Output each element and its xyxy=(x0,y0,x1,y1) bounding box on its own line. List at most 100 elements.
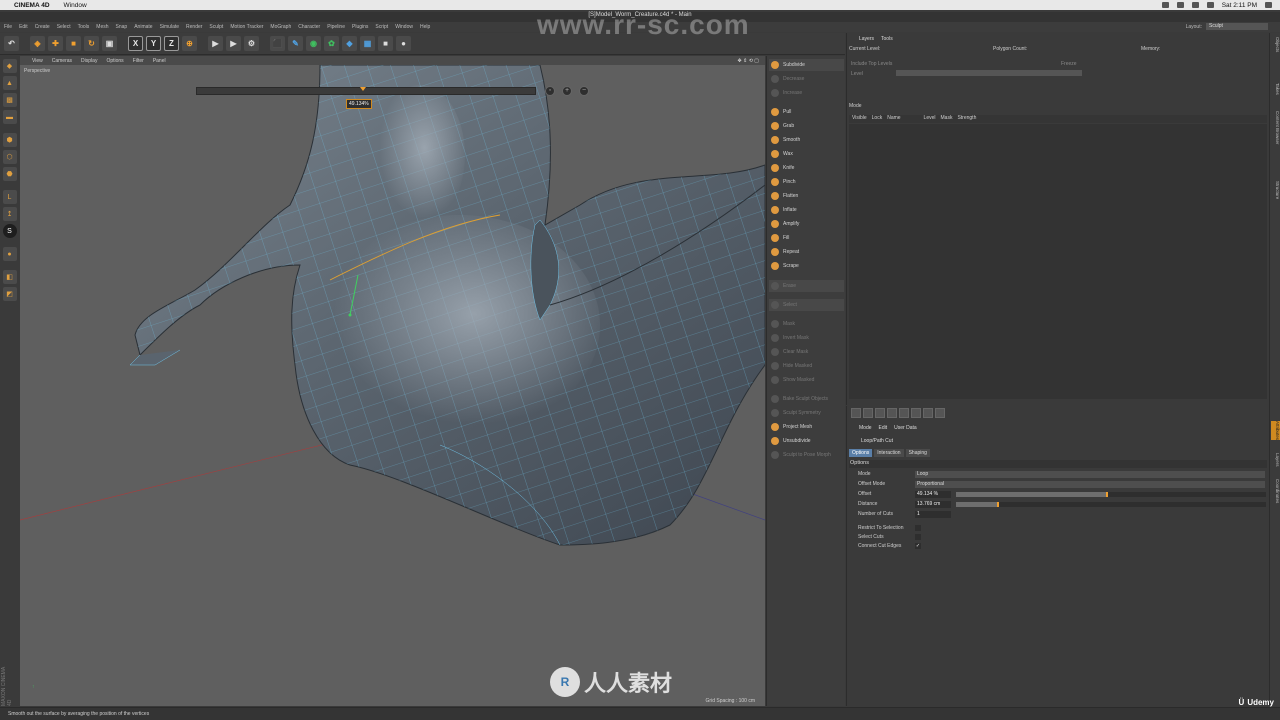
select-button[interactable]: Select xyxy=(769,299,844,311)
edges-mode-icon[interactable]: ⬡ xyxy=(2,150,17,164)
viewport-menu-panel[interactable]: Panel xyxy=(153,58,166,64)
edit-render-settings-icon[interactable]: ⚙ xyxy=(244,36,259,51)
offset-field[interactable]: 49.134 % xyxy=(915,491,951,498)
sculpt-layer-icon[interactable]: ◧ xyxy=(2,270,17,284)
menu-file[interactable]: File xyxy=(4,24,12,30)
menu-sculpt[interactable]: Sculpt xyxy=(209,24,223,30)
brush-inflate[interactable]: Inflate xyxy=(769,204,844,216)
decrease-button[interactable]: Decrease xyxy=(769,73,844,85)
menu-tools[interactable]: Tools xyxy=(78,24,90,30)
mac-app-name[interactable]: CINEMA 4D xyxy=(14,2,50,9)
subdivide-button[interactable]: Subdivide xyxy=(769,59,844,71)
menu-plugins[interactable]: Plugins xyxy=(352,24,368,30)
texture-mode-icon[interactable]: ▩ xyxy=(2,93,17,107)
attr-menu-mode[interactable]: Mode xyxy=(859,425,872,431)
menu-render[interactable]: Render xyxy=(186,24,202,30)
wifi-icon[interactable] xyxy=(1191,2,1199,8)
z-axis-lock-icon[interactable]: Z xyxy=(164,36,179,51)
brush-knife[interactable]: Knife xyxy=(769,162,844,174)
model-mode-icon[interactable]: ▲ xyxy=(2,76,17,90)
cube-icon[interactable]: ⬛ xyxy=(270,36,285,51)
menu-snap[interactable]: Snap xyxy=(116,24,128,30)
layer-settings-icon[interactable] xyxy=(923,408,933,418)
cuts-field[interactable]: 1 xyxy=(915,511,951,518)
increase-button[interactable]: Increase xyxy=(769,87,844,99)
tab-tools[interactable]: Tools xyxy=(881,36,893,42)
sculpt-to-pose-morph-button[interactable]: Sculpt to Pose Morph xyxy=(769,449,844,461)
viewport-menu-filter[interactable]: Filter xyxy=(133,58,144,64)
brush-fill[interactable]: Fill xyxy=(769,232,844,244)
layers-list[interactable] xyxy=(849,124,1267,399)
deformer-icon[interactable]: ◆ xyxy=(342,36,357,51)
search-icon[interactable] xyxy=(1265,2,1272,8)
render-picture-viewer-icon[interactable]: ▶ xyxy=(226,36,241,51)
tab-coordinates[interactable]: Coordinates xyxy=(1271,479,1280,503)
menu-help[interactable]: Help xyxy=(420,24,430,30)
offset-mode-dropdown[interactable]: Proportional xyxy=(915,481,1265,488)
floor-icon[interactable]: ▦ xyxy=(360,36,375,51)
mask-layer-icon[interactable] xyxy=(887,408,897,418)
status-icon[interactable] xyxy=(1161,2,1169,8)
model-render[interactable] xyxy=(20,65,765,706)
freeze-checkbox[interactable]: Freeze xyxy=(1061,61,1077,67)
recent-tools-icon[interactable]: ▣ xyxy=(102,36,117,51)
points-mode-icon[interactable]: ⬢ xyxy=(2,133,17,147)
workplane-icon[interactable]: ▬ xyxy=(2,110,17,124)
x-axis-lock-icon[interactable]: X xyxy=(128,36,143,51)
attr-menu-edit[interactable]: Edit xyxy=(879,425,888,431)
menu-mesh[interactable]: Mesh xyxy=(96,24,108,30)
viewport-menu-cameras[interactable]: Cameras xyxy=(52,58,72,64)
add-cut-button[interactable]: + xyxy=(562,86,572,96)
mask-button[interactable]: Mask xyxy=(769,318,844,330)
tab-interaction[interactable]: Interaction xyxy=(874,449,904,457)
clear-mask-button[interactable]: Clear Mask xyxy=(769,346,844,358)
light-icon[interactable]: ● xyxy=(396,36,411,51)
battery-icon[interactable] xyxy=(1206,2,1214,8)
rotate-icon[interactable]: ↻ xyxy=(84,36,99,51)
mac-clock[interactable]: Sat 2:11 PM xyxy=(1222,2,1257,9)
add-folder-icon[interactable] xyxy=(863,408,873,418)
layer-options-icon[interactable] xyxy=(935,408,945,418)
status-icon[interactable] xyxy=(1176,2,1184,8)
tab-structure[interactable]: Structure xyxy=(1271,181,1280,199)
menu-motion-tracker[interactable]: Motion Tracker xyxy=(230,24,263,30)
attr-menu-user-data[interactable]: User Data xyxy=(894,425,917,431)
project-mesh-button[interactable]: Project Mesh xyxy=(769,421,844,433)
make-editable-icon[interactable]: ◆ xyxy=(2,59,17,73)
move-icon[interactable]: ✚ xyxy=(48,36,63,51)
distance-track[interactable] xyxy=(956,502,1266,507)
distance-field[interactable]: 13.769 cm xyxy=(915,501,951,508)
layers-mode-label[interactable]: Mode xyxy=(849,103,862,109)
delete-layer-icon[interactable] xyxy=(899,408,909,418)
mac-menu-window[interactable]: Window xyxy=(64,2,87,9)
merge-layer-icon[interactable] xyxy=(911,408,921,418)
menu-pipeline[interactable]: Pipeline xyxy=(327,24,345,30)
tab-takes[interactable]: Takes xyxy=(1271,83,1280,95)
offset-track[interactable] xyxy=(956,492,1266,497)
viewport[interactable]: View Cameras Display Options Filter Pane… xyxy=(20,56,765,706)
subdivision-icon[interactable]: ◉ xyxy=(306,36,321,51)
layer-icon[interactable] xyxy=(875,408,885,418)
polygons-mode-icon[interactable]: ⬣ xyxy=(2,167,17,181)
axis-mode-icon[interactable]: L xyxy=(2,190,17,204)
menu-edit[interactable]: Edit xyxy=(19,24,28,30)
brush-amplify[interactable]: Amplify xyxy=(769,218,844,230)
paint-icon[interactable]: ● xyxy=(2,247,17,261)
snap-icon[interactable]: S xyxy=(2,224,17,238)
select-cuts-checkbox[interactable] xyxy=(915,534,921,540)
y-axis-lock-icon[interactable]: Y xyxy=(146,36,161,51)
camera-icon[interactable]: ■ xyxy=(378,36,393,51)
invert-mask-button[interactable]: Invert Mask xyxy=(769,332,844,344)
array-icon[interactable]: ✿ xyxy=(324,36,339,51)
tab-content-browser[interactable]: Content Browser xyxy=(1271,111,1280,145)
include-top-levels-checkbox[interactable]: Include Top Levels xyxy=(851,61,892,67)
connect-checkbox[interactable]: ✓ xyxy=(915,543,921,549)
remove-cut-button[interactable]: − xyxy=(579,86,589,96)
brush-pull[interactable]: Pull xyxy=(769,106,844,118)
unsubdivide-button[interactable]: Unsubdivide xyxy=(769,435,844,447)
menu-select[interactable]: Select xyxy=(57,24,71,30)
viewport-nav-icons[interactable]: ✥ ⇕ ⟲ ▢ xyxy=(738,58,759,64)
menu-simulate[interactable]: Simulate xyxy=(160,24,179,30)
tab-layers[interactable]: Layers xyxy=(1271,453,1280,467)
mode-dropdown[interactable]: Loop xyxy=(915,471,1265,478)
